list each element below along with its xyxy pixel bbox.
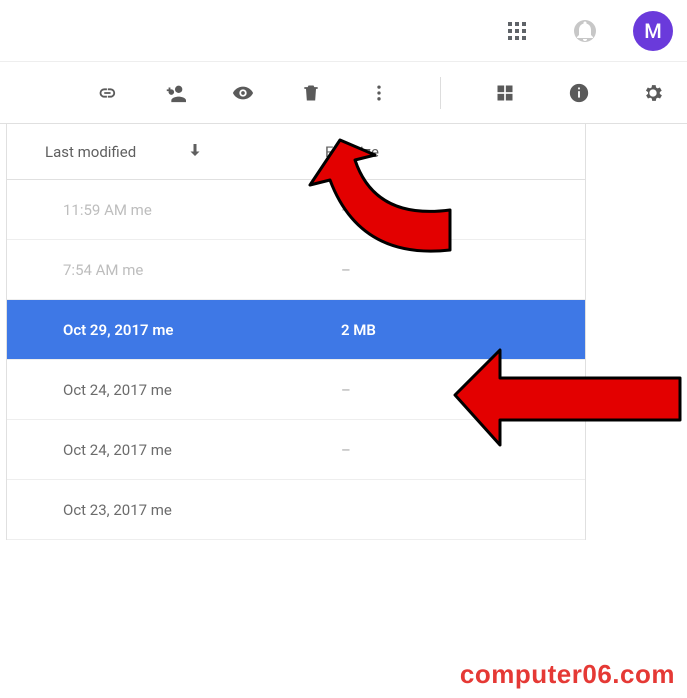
row-modified: 11:59 AM me xyxy=(63,201,341,219)
notifications-icon[interactable] xyxy=(565,11,605,51)
list-header: Last modified File size xyxy=(7,124,585,180)
row-size: – xyxy=(341,261,585,279)
details-button[interactable] xyxy=(561,75,597,111)
row-size: – xyxy=(341,381,585,399)
table-row[interactable]: Oct 29, 2017 me2 MB xyxy=(7,300,585,360)
view-grid-button[interactable] xyxy=(487,75,523,111)
row-modified: 7:54 AM me xyxy=(63,261,341,279)
row-modified: Oct 24, 2017 me xyxy=(63,381,341,399)
row-modified: Oct 23, 2017 me xyxy=(63,501,341,519)
settings-button[interactable] xyxy=(635,75,671,111)
header-bar: M xyxy=(0,0,687,62)
get-link-button[interactable] xyxy=(92,75,122,111)
column-header-size[interactable]: File size xyxy=(325,143,585,161)
row-size: – xyxy=(341,441,585,459)
row-size: – xyxy=(341,201,585,219)
column-header-modified[interactable]: Last modified xyxy=(45,141,325,163)
share-button[interactable] xyxy=(160,75,190,111)
preview-button[interactable] xyxy=(228,75,258,111)
column-header-modified-label: Last modified xyxy=(45,143,136,161)
row-modified: Oct 29, 2017 me xyxy=(63,321,341,339)
table-row[interactable]: Oct 23, 2017 me xyxy=(7,480,585,540)
table-row[interactable]: Oct 24, 2017 me– xyxy=(7,420,585,480)
row-size: 2 MB xyxy=(341,321,585,339)
avatar[interactable]: M xyxy=(633,11,673,51)
sort-arrow-down-icon xyxy=(186,141,204,163)
remove-button[interactable] xyxy=(296,75,326,111)
apps-icon[interactable] xyxy=(497,11,537,51)
more-actions-button[interactable] xyxy=(364,75,394,111)
table-row[interactable]: Oct 24, 2017 me– xyxy=(7,360,585,420)
file-rows: 11:59 AM me–7:54 AM me–Oct 29, 2017 me2 … xyxy=(7,180,585,540)
avatar-initial: M xyxy=(644,19,662,43)
action-toolbar xyxy=(0,62,687,124)
table-row[interactable]: 11:59 AM me– xyxy=(7,180,585,240)
file-list-panel: Last modified File size 11:59 AM me–7:54… xyxy=(6,124,586,540)
table-row[interactable]: 7:54 AM me– xyxy=(7,240,585,300)
watermark: computer06.com xyxy=(460,659,675,690)
row-modified: Oct 24, 2017 me xyxy=(63,441,341,459)
column-header-size-label: File size xyxy=(325,143,379,161)
toolbar-separator xyxy=(440,77,441,109)
